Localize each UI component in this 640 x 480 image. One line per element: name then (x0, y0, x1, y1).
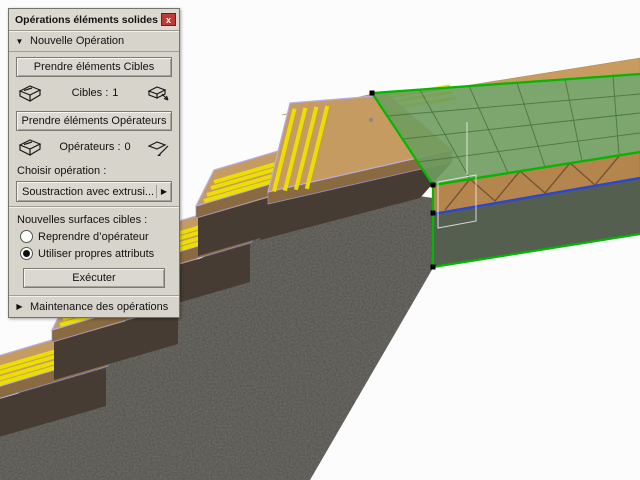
collapse-icon: ▼ (15, 36, 24, 46)
expand-icon: ▶ (16, 302, 23, 311)
radio-reuse-operator-attributes[interactable]: Reprendre d’opérateur (9, 228, 179, 245)
execute-button[interactable]: Exécuter (23, 268, 165, 288)
operators-row: Opérateurs : 0 (9, 136, 179, 160)
close-icon[interactable]: x (161, 13, 176, 26)
operation-dropdown-value: Soustraction avec extrusi... (22, 185, 155, 198)
solid-element-icon (17, 137, 43, 157)
palette-titlebar[interactable]: Opérations éléments solides x (9, 9, 179, 31)
divider (9, 206, 179, 208)
radio-circle (20, 247, 33, 260)
take-targets-button[interactable]: Prendre éléments Cibles (16, 57, 172, 77)
solid-element-icon (17, 83, 43, 103)
section-new-operation[interactable]: ▼ Nouvelle Opération (9, 31, 179, 52)
dropdown-arrow-icon: ▶ (155, 185, 169, 198)
targets-counter: Cibles : 1 (71, 87, 119, 99)
operation-dropdown[interactable]: Soustraction avec extrusi... ▶ (16, 181, 172, 202)
section-new-operation-label: Nouvelle Opération (30, 35, 125, 47)
pick-operator-icon[interactable] (147, 138, 171, 156)
pick-target-icon[interactable] (147, 84, 171, 102)
targets-row: Cibles : 1 (9, 82, 179, 106)
section-maintenance-label: Maintenance des opérations (30, 300, 169, 313)
new-target-surfaces-label: Nouvelles surfaces cibles : (17, 214, 148, 226)
application-window: Opérations éléments solides x ▼ Nouvelle… (0, 0, 640, 480)
solid-operations-palette: Opérations éléments solides x ▼ Nouvelle… (8, 8, 180, 318)
choose-operation-label: Choisir opération : (17, 165, 107, 177)
take-operators-button[interactable]: Prendre éléments Opérateurs (16, 111, 172, 131)
section-maintenance[interactable]: ▶ Maintenance des opérations (9, 295, 179, 317)
radio-circle (20, 230, 33, 243)
palette-title: Opérations éléments solides (15, 13, 158, 26)
radio-use-own-attributes[interactable]: Utiliser propres attributs (9, 245, 179, 262)
operators-counter: Opérateurs : 0 (59, 141, 131, 153)
